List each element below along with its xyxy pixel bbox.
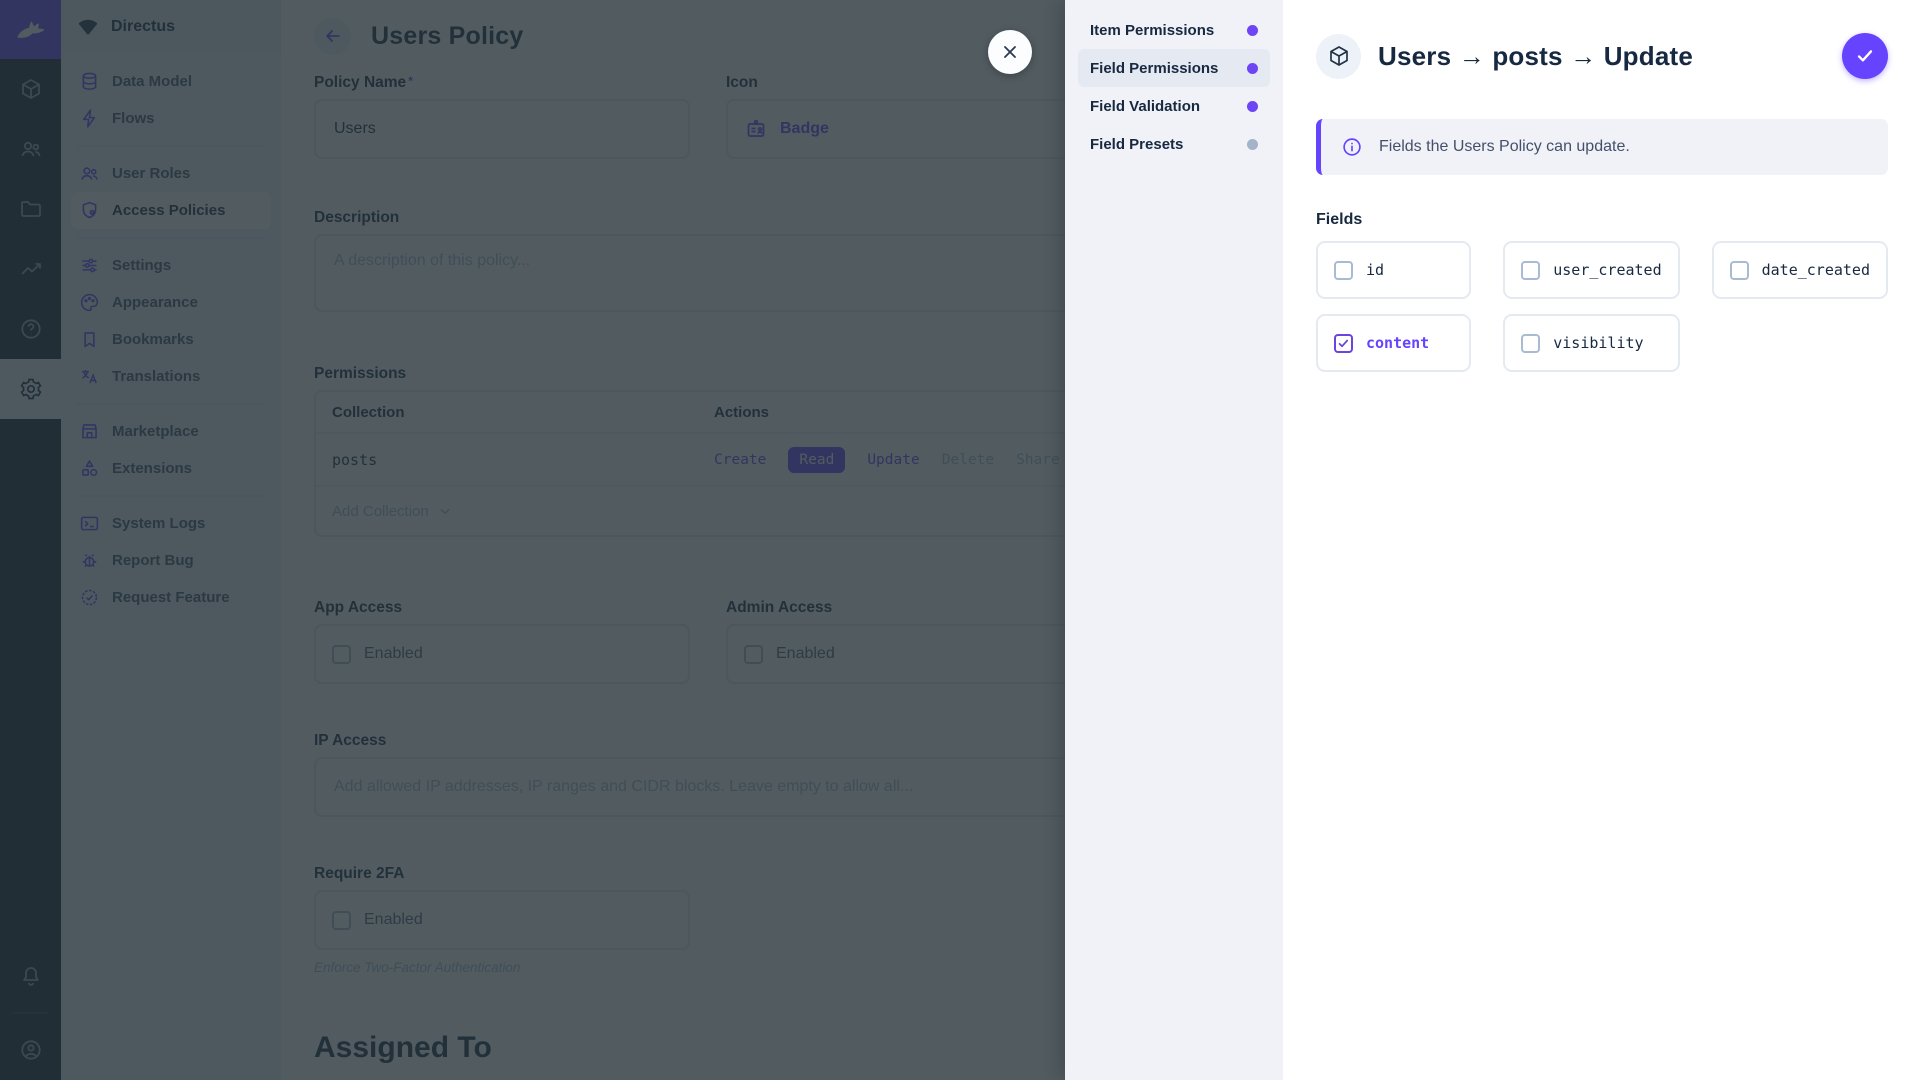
field-card-label: visibility: [1553, 334, 1644, 352]
checkbox-checked-icon: [1334, 333, 1353, 353]
status-dot: [1247, 100, 1258, 112]
drawer-nav: Item Permissions Field Permissions Field…: [1065, 0, 1283, 1080]
drawer-nav-label: Field Validation: [1090, 97, 1201, 115]
field-card-date-created[interactable]: date_created: [1711, 241, 1888, 299]
drawer-nav-item-permissions[interactable]: Item Permissions: [1078, 11, 1270, 49]
info-icon: [1343, 138, 1361, 156]
checkbox-unchecked-icon: [1521, 333, 1541, 353]
status-dot: [1247, 138, 1258, 150]
drawer-close-button[interactable]: [988, 30, 1032, 74]
drawer-main: Users → posts → Update Fields the Users …: [1283, 0, 1920, 1080]
drawer-nav-label: Field Permissions: [1090, 59, 1219, 77]
fields-grid: id user_created date_created content vis…: [1316, 241, 1888, 372]
save-button[interactable]: [1842, 33, 1888, 79]
field-card-content[interactable]: content: [1316, 314, 1472, 372]
field-card-label: user_created: [1553, 261, 1662, 279]
checkbox-unchecked-icon: [1334, 260, 1353, 280]
drawer-nav-label: Field Presets: [1090, 135, 1184, 153]
status-dot: [1247, 24, 1258, 36]
field-card-user-created[interactable]: user_created: [1503, 241, 1680, 299]
field-card-label: id: [1366, 261, 1385, 279]
check-icon: [1857, 50, 1873, 62]
checkbox-unchecked-icon: [1729, 260, 1749, 280]
info-notice: Fields the Users Policy can update.: [1316, 119, 1888, 175]
close-icon: [1004, 46, 1016, 58]
field-card-label: content: [1366, 334, 1430, 352]
drawer-title: Users → posts → Update: [1378, 40, 1694, 71]
fields-section-label: Fields: [1316, 211, 1363, 228]
drawer-nav-field-presets[interactable]: Field Presets: [1078, 125, 1270, 163]
checkbox-unchecked-icon: [1521, 260, 1541, 280]
field-card-visibility[interactable]: visibility: [1503, 314, 1680, 372]
drawer-avatar: [1316, 33, 1361, 79]
permissions-drawer: Item Permissions Field Permissions Field…: [1065, 0, 1920, 1080]
status-dot: [1247, 62, 1258, 74]
drawer-nav-field-permissions[interactable]: Field Permissions: [1078, 49, 1270, 87]
field-card-id[interactable]: id: [1316, 241, 1472, 299]
cube-icon: [1329, 46, 1348, 66]
drawer-nav-label: Item Permissions: [1090, 21, 1215, 39]
notice-text: Fields the Users Policy can update.: [1379, 138, 1630, 155]
field-card-label: date_created: [1761, 261, 1870, 279]
drawer-header: Users → posts → Update: [1316, 33, 1888, 79]
drawer-nav-field-validation[interactable]: Field Validation: [1078, 87, 1270, 125]
